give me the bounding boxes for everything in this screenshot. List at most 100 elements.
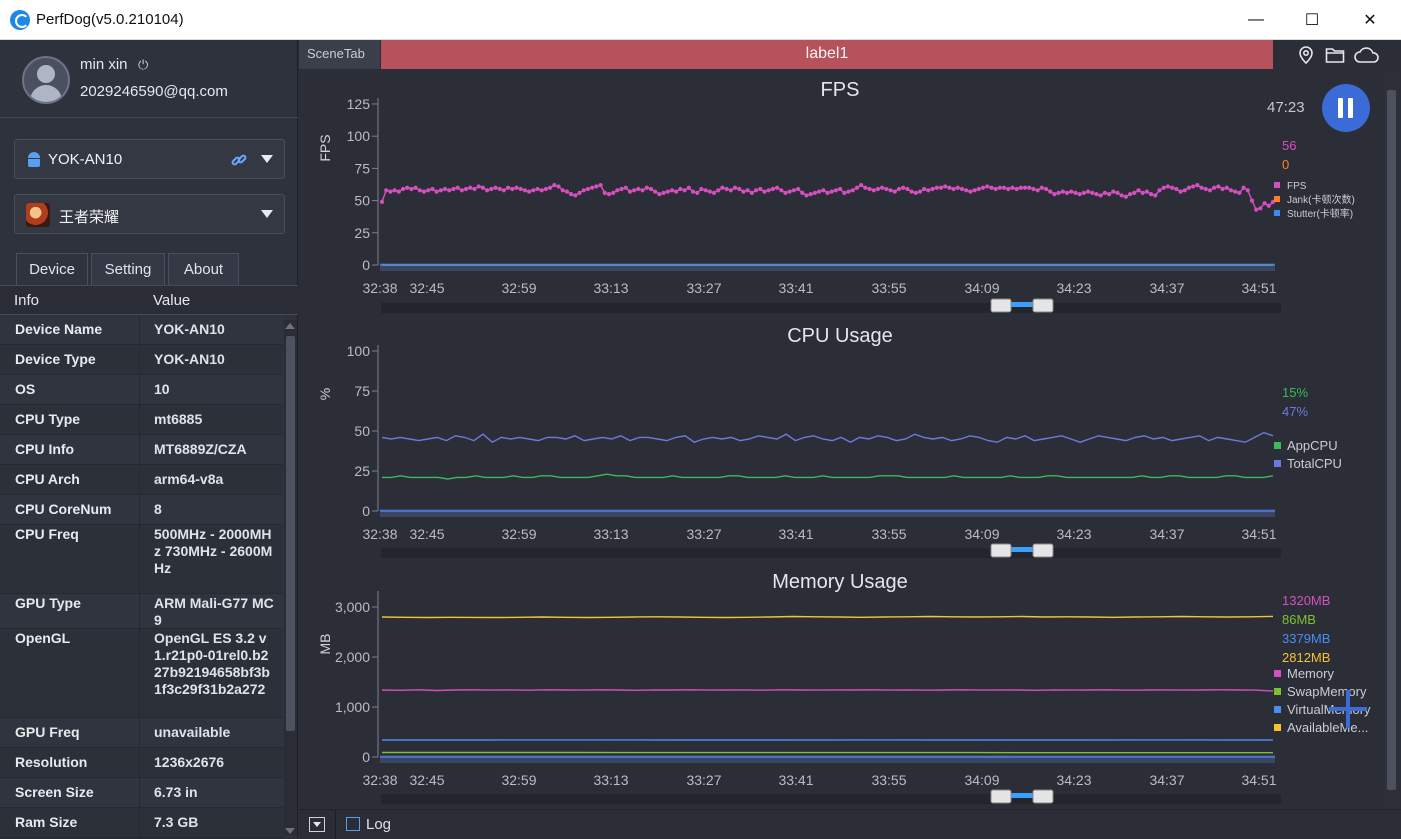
- data-point: [552, 183, 556, 187]
- label-bar[interactable]: label1: [381, 40, 1273, 69]
- charts-scrollbar[interactable]: [1384, 72, 1399, 808]
- table-row: CPU Freq 500MHz - 2000MHz 730MHz - 2600M…: [0, 525, 283, 594]
- data-point: [636, 187, 640, 191]
- data-point: [1031, 187, 1035, 191]
- data-point: [498, 187, 502, 191]
- info-value: 8: [140, 495, 283, 524]
- maximize-button[interactable]: ☐: [1289, 0, 1335, 40]
- info-value: ARM Mali-G77 MC9: [140, 594, 283, 628]
- log-checkbox[interactable]: [346, 817, 360, 831]
- x-tick-label: 33:13: [593, 526, 628, 542]
- data-point: [901, 186, 905, 190]
- data-point: [1019, 186, 1023, 190]
- info-key: Screen Size: [0, 778, 140, 807]
- scroll-down-icon[interactable]: [285, 828, 295, 834]
- data-point: [1262, 201, 1266, 205]
- data-point: [1061, 189, 1065, 193]
- x-tick-label: 32:45: [409, 280, 444, 296]
- table-row: CPU Type mt6885: [0, 405, 283, 435]
- data-point: [1132, 191, 1136, 195]
- data-point: [598, 183, 602, 187]
- data-point: [519, 187, 523, 191]
- info-value: arm64-v8a: [140, 465, 283, 494]
- info-value: mt6885: [140, 405, 283, 434]
- info-table-body: Device Name YOK-AN10 Device Type YOK-AN1…: [0, 315, 283, 838]
- data-point: [481, 186, 485, 190]
- slider-handle-left: [991, 790, 1011, 803]
- cloud-icon[interactable]: [1354, 46, 1380, 64]
- data-point: [607, 192, 611, 196]
- folder-icon[interactable]: [1325, 46, 1345, 64]
- scroll-up-icon[interactable]: [285, 323, 295, 329]
- link-icon[interactable]: [230, 151, 248, 169]
- data-point: [733, 186, 737, 190]
- data-point: [384, 188, 388, 192]
- info-key: CPU Freq: [0, 525, 140, 593]
- data-point: [729, 188, 733, 192]
- data-point: [464, 187, 468, 191]
- perfdog-logo-icon: [10, 10, 30, 30]
- y-tick-label: 75: [354, 160, 370, 176]
- app-select[interactable]: 王者荣耀: [14, 194, 285, 234]
- data-point: [414, 186, 418, 190]
- data-point: [460, 188, 464, 192]
- legend-swatch: [1274, 706, 1281, 713]
- data-point: [1124, 195, 1128, 199]
- data-point: [661, 191, 665, 195]
- x-tick-label: 32:38: [362, 280, 397, 296]
- current-value-label: 0: [1282, 157, 1289, 172]
- x-tick-label: 33:27: [686, 526, 721, 542]
- data-point: [1229, 188, 1233, 192]
- close-button[interactable]: ✕: [1347, 0, 1393, 40]
- data-point: [422, 189, 426, 193]
- location-pin-icon[interactable]: [1296, 45, 1316, 65]
- data-point: [1111, 189, 1115, 193]
- data-point: [1162, 186, 1166, 190]
- data-point: [1254, 208, 1258, 212]
- data-point: [1250, 199, 1254, 203]
- info-key: CPU CoreNum: [0, 495, 140, 524]
- data-point: [1258, 206, 1262, 210]
- tab-about[interactable]: About: [168, 253, 239, 285]
- scene-tab[interactable]: SceneTab: [299, 40, 380, 69]
- info-key: GPU Freq: [0, 718, 140, 747]
- data-point: [426, 188, 430, 192]
- info-scrollbar-thumb[interactable]: [286, 336, 295, 731]
- data-point: [523, 188, 527, 192]
- data-point: [720, 186, 724, 190]
- tab-setting[interactable]: Setting: [91, 253, 165, 285]
- info-column-header: Info: [14, 292, 39, 309]
- data-point: [1141, 191, 1145, 195]
- legend-swatch: [1274, 182, 1280, 188]
- y-tick-label: 2,000: [335, 649, 370, 665]
- data-point: [851, 188, 855, 192]
- info-key: OS: [0, 375, 140, 404]
- minimize-button[interactable]: —: [1233, 0, 1279, 40]
- data-point: [994, 187, 998, 191]
- data-point: [393, 188, 397, 192]
- data-point: [981, 186, 985, 190]
- avatar[interactable]: [22, 56, 70, 104]
- x-tick-label: 34:09: [964, 280, 999, 296]
- table-row: Device Name YOK-AN10: [0, 315, 283, 345]
- power-icon[interactable]: ⏻: [138, 57, 148, 73]
- data-point: [1178, 189, 1182, 193]
- series-line: [382, 616, 1273, 617]
- info-key: CPU Info: [0, 435, 140, 464]
- device-select[interactable]: YOK-AN10: [14, 139, 285, 179]
- data-point: [813, 191, 817, 195]
- data-point: [867, 187, 871, 191]
- data-point: [577, 191, 581, 195]
- data-point: [506, 186, 510, 190]
- data-point: [1103, 191, 1107, 195]
- tab-device[interactable]: Device: [16, 253, 88, 285]
- slider-handle-right: [1033, 299, 1053, 312]
- x-tick-label: 34:37: [1149, 772, 1184, 788]
- data-point: [485, 188, 489, 192]
- data-point: [825, 191, 829, 195]
- user-name: min xin: [80, 56, 128, 73]
- charts-scrollbar-thumb[interactable]: [1387, 90, 1396, 790]
- data-point: [842, 191, 846, 195]
- timeline-slider: [381, 548, 1281, 558]
- dropdown-toggle-icon[interactable]: [309, 817, 325, 832]
